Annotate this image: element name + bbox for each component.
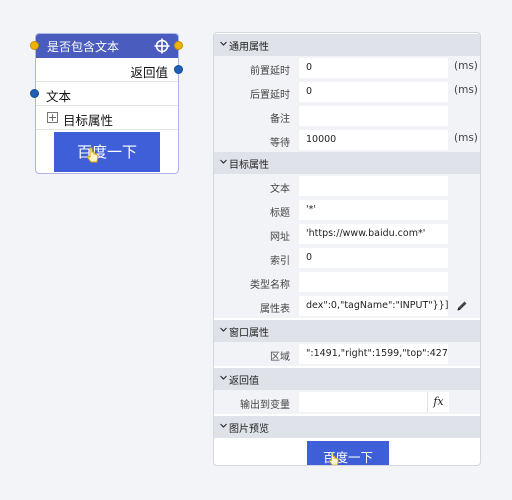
wait-input[interactable]: 10000 [299, 130, 448, 150]
expand-icon[interactable]: + [47, 112, 58, 123]
prop-unit: (ms) [454, 132, 478, 144]
index-input[interactable]: 0 [299, 248, 448, 268]
preview-image: 百度一下 [307, 441, 389, 465]
prop-row-index: 索引 0 [214, 246, 480, 270]
prop-row-url: 网址 'https://www.baidu.com*' [214, 222, 480, 246]
node-output-flow-port[interactable] [174, 41, 183, 50]
prop-row-post-delay: 后置延时 0 (ms) [214, 80, 480, 104]
node-header[interactable]: 是否包含文本 [36, 34, 178, 58]
prop-unit: (ms) [454, 84, 478, 96]
prop-row-text: 文本 [214, 174, 480, 198]
chevron-down-icon [220, 159, 227, 164]
section-preview-title: 图片预览 [229, 424, 269, 435]
prop-label: 索引 [270, 256, 290, 267]
output-variable-input[interactable] [299, 392, 427, 412]
pre-delay-input[interactable]: 0 [299, 58, 448, 78]
prop-row-note: 备注 [214, 104, 480, 128]
post-delay-input[interactable]: 0 [299, 82, 448, 102]
prop-unit: (ms) [454, 60, 478, 72]
chevron-down-icon [220, 423, 227, 428]
text-input[interactable] [299, 176, 448, 196]
section-target-title: 目标属性 [229, 160, 269, 171]
section-return-header[interactable]: 返回值 [214, 368, 480, 390]
pointer-cursor-icon [87, 147, 99, 163]
region-input[interactable]: ":1491,"right":1599,"top":427} [299, 344, 448, 364]
node-input-flow-port[interactable] [30, 41, 39, 50]
prop-label: 属性表 [260, 304, 290, 315]
prop-label: 区域 [270, 352, 290, 363]
prop-label: 输出到变量 [240, 400, 290, 411]
node-input-label: 文本 [46, 89, 72, 104]
pointer-cursor-icon [329, 452, 339, 465]
type-name-input[interactable] [299, 272, 448, 292]
url-input[interactable]: 'https://www.baidu.com*' [299, 224, 448, 244]
chevron-down-icon [220, 41, 227, 46]
chevron-down-icon [220, 327, 227, 332]
section-window-header[interactable]: 窗口属性 [214, 320, 480, 342]
prop-row-pre-delay: 前置延时 0 (ms) [214, 56, 480, 80]
prop-label: 后置延时 [250, 90, 290, 101]
prop-label: 备注 [270, 114, 290, 125]
prop-row-wait: 等待 10000 (ms) [214, 128, 480, 152]
section-window-title: 窗口属性 [229, 328, 269, 339]
prop-label: 等待 [270, 138, 290, 149]
title-input[interactable]: '*' [299, 200, 448, 220]
prop-label: 网址 [270, 232, 290, 243]
node-output-label: 返回值 [130, 65, 168, 80]
pencil-icon[interactable] [455, 299, 469, 313]
prop-label: 前置延时 [250, 66, 290, 77]
prop-row-type-name: 类型名称 [214, 270, 480, 294]
attr-table-input[interactable]: dex":0,"tagName":"INPUT"}}]} [299, 296, 448, 316]
prop-label: 类型名称 [250, 280, 290, 291]
node-title: 是否包含文本 [47, 40, 120, 54]
node-output-row: 返回值 [36, 58, 178, 82]
fx-icon[interactable]: fx [427, 392, 449, 412]
node-group-row[interactable]: + 目标属性 [36, 106, 178, 130]
prop-row-attr-table: 属性表 dex":0,"tagName":"INPUT"}}]} [214, 294, 480, 318]
prop-row-title: 标题 '*' [214, 198, 480, 222]
activity-node[interactable]: 是否包含文本 返回值 文本 + 目标属性 百度一下 [35, 33, 179, 174]
properties-panel: 通用属性 前置延时 0 (ms) 后置延时 0 (ms) 备注 等待 10000… [213, 32, 481, 466]
crosshair-icon[interactable] [154, 38, 170, 54]
node-preview-image: 百度一下 [54, 132, 160, 172]
section-preview-header[interactable]: 图片预览 [214, 416, 480, 438]
chevron-down-icon [220, 375, 227, 380]
note-input[interactable] [299, 106, 448, 126]
section-general-header[interactable]: 通用属性 [214, 34, 480, 56]
section-return-title: 返回值 [229, 376, 259, 387]
node-group-label: 目标属性 [63, 113, 114, 128]
prop-label: 文本 [270, 184, 290, 195]
section-target-header[interactable]: 目标属性 [214, 152, 480, 174]
node-input-row: 文本 [36, 82, 178, 106]
node-input-data-port[interactable] [30, 89, 39, 98]
node-output-data-port[interactable] [174, 65, 183, 74]
prop-row-output-var: 输出到变量 fx [214, 390, 480, 414]
section-general-title: 通用属性 [229, 42, 269, 53]
prop-row-region: 区域 ":1491,"right":1599,"top":427} [214, 342, 480, 366]
prop-label: 标题 [270, 208, 290, 219]
